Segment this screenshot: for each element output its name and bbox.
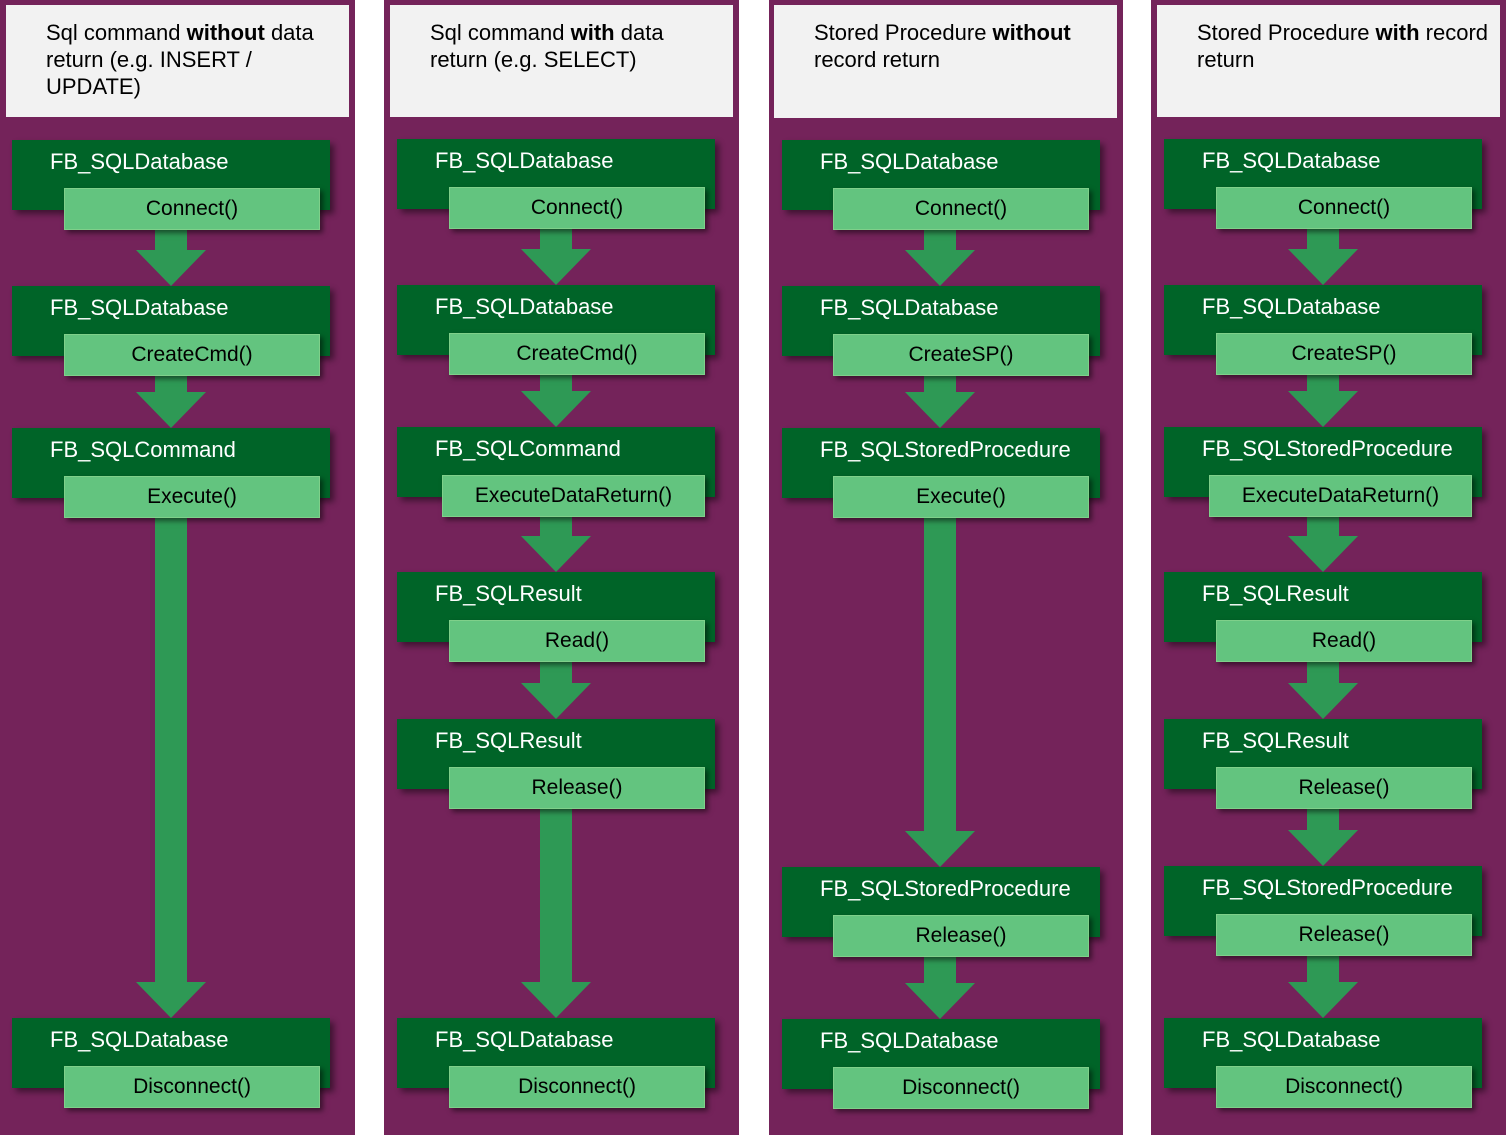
flow-arrow: [1288, 375, 1358, 427]
method-label: Connect(): [914, 197, 1008, 220]
method-label: Disconnect(): [133, 1075, 251, 1098]
header-emphasis: without: [186, 20, 265, 45]
method-box: Disconnect(): [1216, 1066, 1472, 1108]
header-text: Sql command: [430, 20, 571, 45]
method-box: Read(): [1216, 620, 1472, 662]
flow-arrow: [136, 230, 206, 286]
method-label: CreateCmd(): [516, 342, 638, 365]
method-box: Connect(): [1216, 187, 1472, 229]
method-box: Read(): [449, 620, 705, 662]
method-label: Disconnect(): [518, 1075, 636, 1098]
column-header: Stored Procedure without record return: [774, 5, 1117, 118]
flow-arrow: [1288, 956, 1358, 1018]
method-label: Connect(): [530, 196, 624, 219]
method-box: Disconnect(): [833, 1067, 1089, 1109]
header-text: Stored Procedure: [814, 20, 993, 45]
column-header: Stored Procedure with record return: [1157, 5, 1500, 117]
header-text: Sql command: [46, 20, 187, 45]
method-label: Release(): [1298, 923, 1390, 946]
method-box: Release(): [1216, 914, 1472, 956]
header-emphasis: with: [1375, 20, 1420, 45]
column-header: Sql command without data return (e.g. IN…: [6, 5, 349, 117]
method-box: Execute(): [64, 476, 320, 518]
flow-arrow: [521, 662, 591, 719]
flow-arrow: [521, 517, 591, 572]
column-header: Sql command with data return (e.g. SELEC…: [390, 5, 733, 117]
method-label: Release(): [1298, 776, 1390, 799]
method-box: Disconnect(): [449, 1066, 705, 1108]
method-box: Execute(): [833, 476, 1089, 518]
method-box: Release(): [1216, 767, 1472, 809]
method-box: CreateCmd(): [449, 333, 705, 375]
flow-arrow: [521, 375, 591, 427]
flow-arrow: [905, 230, 975, 286]
flow-arrow: [1288, 517, 1358, 572]
method-label: Connect(): [1297, 196, 1391, 219]
header-text: record return: [814, 47, 940, 72]
method-label: Disconnect(): [902, 1076, 1020, 1099]
method-box: Connect(): [449, 187, 705, 229]
method-label: ExecuteDataReturn(): [1241, 484, 1440, 507]
flow-arrow: [1288, 229, 1358, 285]
method-box: CreateSP(): [1216, 333, 1472, 375]
method-box: ExecuteDataReturn(): [1209, 475, 1472, 517]
method-label: Connect(): [145, 197, 239, 220]
flow-arrow: [905, 376, 975, 428]
method-label: Release(): [531, 776, 623, 799]
flow-arrow: [136, 376, 206, 428]
method-box: ExecuteDataReturn(): [442, 475, 705, 517]
method-box: Release(): [833, 915, 1089, 957]
flow-arrow: [1288, 809, 1358, 866]
method-box: Release(): [449, 767, 705, 809]
method-label: Read(): [1311, 629, 1377, 652]
flow-arrow: [136, 518, 206, 1018]
flow-arrow: [521, 809, 591, 1018]
flow-arrow: [905, 518, 975, 867]
flow-arrow: [521, 229, 591, 285]
method-label: CreateSP(): [908, 343, 1014, 366]
method-box: CreateCmd(): [64, 334, 320, 376]
method-label: ExecuteDataReturn(): [474, 484, 673, 507]
method-box: CreateSP(): [833, 334, 1089, 376]
header-text: Stored Procedure: [1197, 20, 1376, 45]
method-label: Read(): [544, 629, 610, 652]
method-label: CreateSP(): [1291, 342, 1397, 365]
method-label: CreateCmd(): [131, 343, 253, 366]
method-label: Execute(): [916, 485, 1006, 508]
method-label: Execute(): [147, 485, 237, 508]
flow-arrow: [905, 957, 975, 1019]
header-emphasis: without: [992, 20, 1071, 45]
method-box: Disconnect(): [64, 1066, 320, 1108]
flow-arrow: [1288, 662, 1358, 719]
method-label: Disconnect(): [1285, 1075, 1403, 1098]
header-emphasis: with: [570, 20, 615, 45]
method-box: Connect(): [833, 188, 1089, 230]
method-box: Connect(): [64, 188, 320, 230]
method-label: Release(): [915, 924, 1007, 947]
